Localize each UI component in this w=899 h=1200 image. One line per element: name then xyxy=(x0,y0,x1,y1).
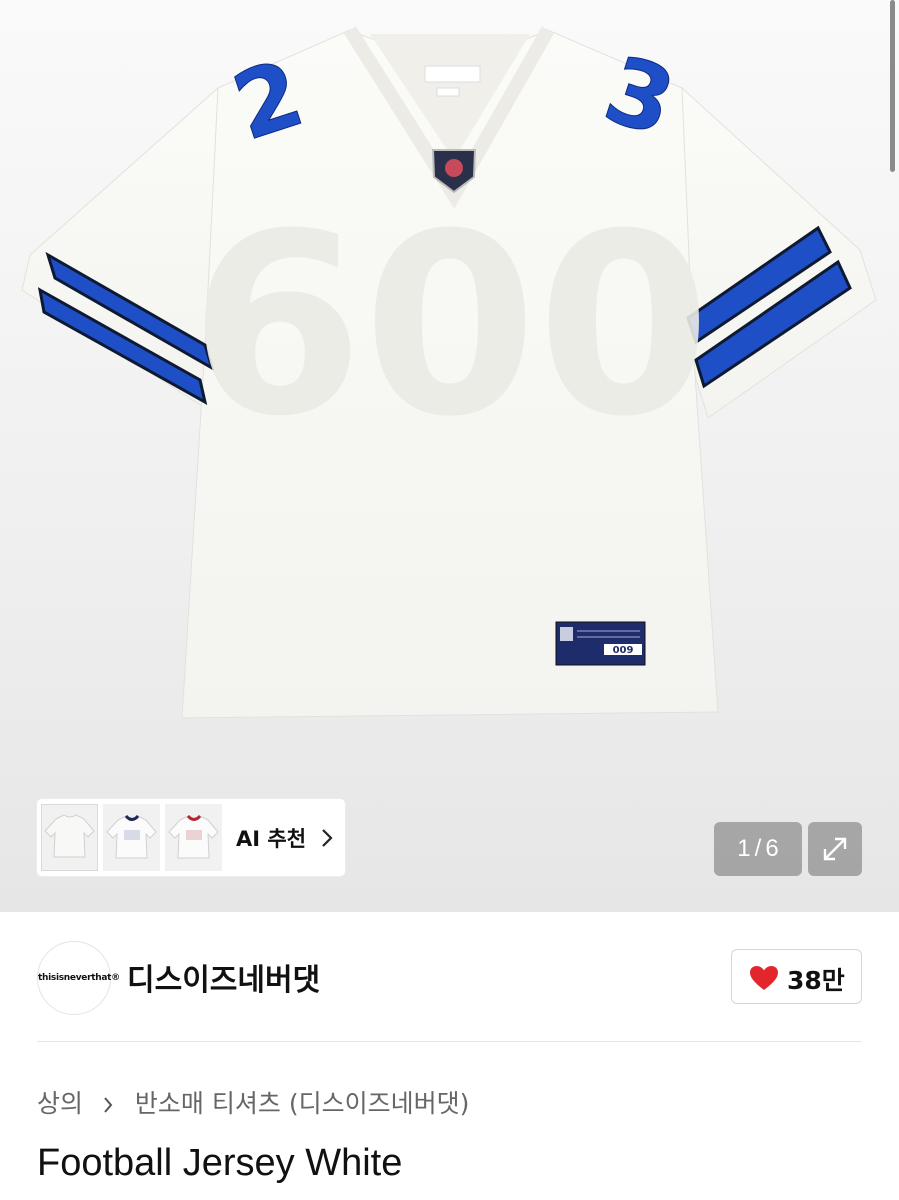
thumbnail-navy-collar-jersey[interactable] xyxy=(103,804,160,871)
svg-text:009: 009 xyxy=(613,645,634,656)
brand-logo-text: thisisneverthat® xyxy=(38,973,120,983)
hem-tag-number: 009 xyxy=(613,645,634,656)
expand-image-button[interactable] xyxy=(808,822,862,876)
breadcrumb-category[interactable]: 상의 xyxy=(37,1089,83,1118)
chevron-right-icon xyxy=(322,829,333,847)
expand-icon xyxy=(823,837,847,861)
product-image[interactable]: 009 2 3 009 xyxy=(0,0,899,912)
page-separator: / xyxy=(754,835,762,862)
brand-logo[interactable]: thisisneverthat® xyxy=(37,941,120,1015)
heart-icon xyxy=(750,966,778,990)
svg-text:009: 009 xyxy=(189,171,711,462)
brand-name[interactable]: 디스이즈네버댓 xyxy=(127,955,320,999)
like-button[interactable]: 38만 xyxy=(731,949,862,1004)
current-page: 1 xyxy=(737,835,751,862)
chest-number: 009 xyxy=(189,171,711,462)
like-count: 38만 xyxy=(787,966,845,995)
ai-recommendation-strip[interactable]: AI 추천 xyxy=(37,799,345,876)
breadcrumb: 상의 반소매 티셔츠 (디스이즈네버댓) xyxy=(37,1084,469,1120)
product-title: Football Jersey White xyxy=(37,1142,403,1184)
thumbnail-white-jersey[interactable] xyxy=(41,804,98,871)
product-image-gallery[interactable]: 009 2 3 009 AI 추천 1/6 xyxy=(0,0,899,912)
breadcrumb-subcategory[interactable]: 반소매 티셔츠 (디스이즈네버댓) xyxy=(135,1089,469,1118)
ai-recommendation-label[interactable]: AI 추천 xyxy=(236,823,306,853)
divider xyxy=(37,1041,862,1042)
chevron-right-icon xyxy=(103,1091,113,1120)
image-page-counter: 1/6 xyxy=(714,822,802,876)
total-pages: 6 xyxy=(765,835,779,862)
thumbnail-red-collar-jersey[interactable] xyxy=(165,804,222,871)
